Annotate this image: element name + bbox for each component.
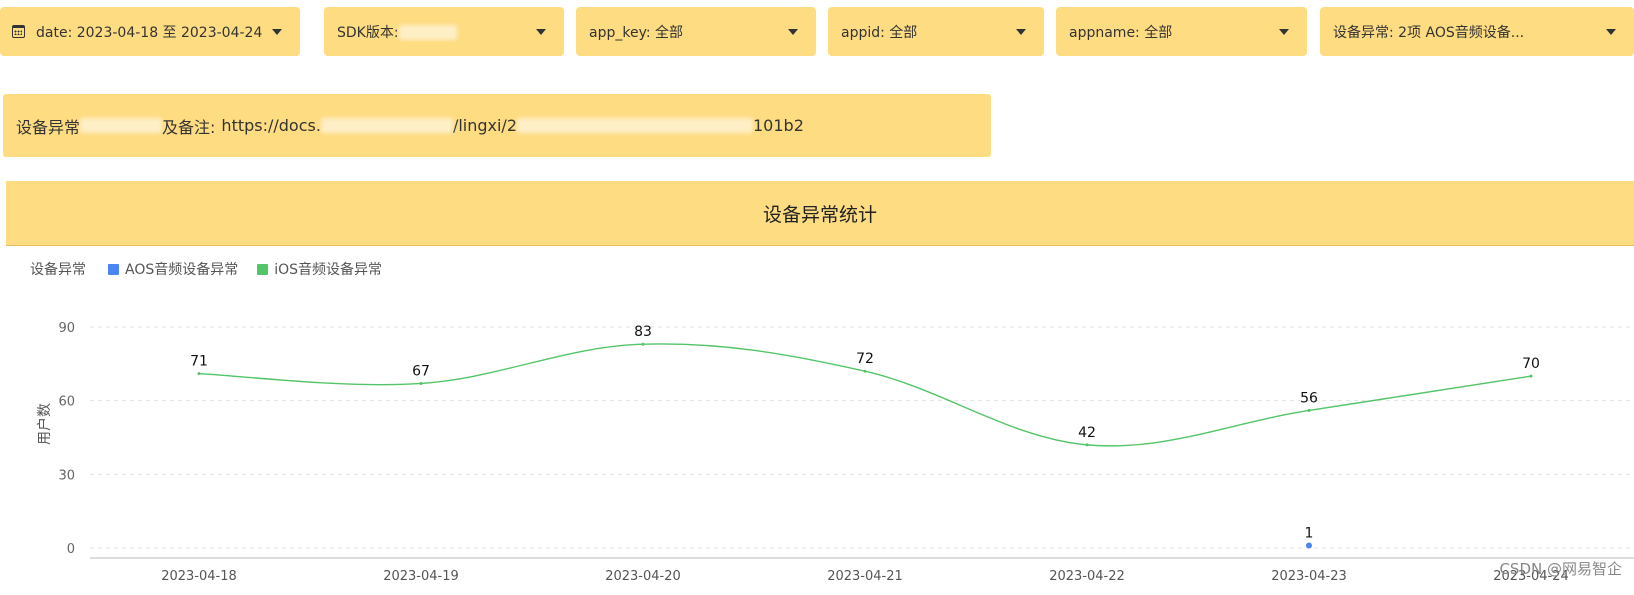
remark-url-start[interactable]: https://docs.: [221, 116, 321, 135]
legend-swatch-ios: [257, 263, 269, 275]
device-error-filter[interactable]: 设备异常: 2项 AOS音频设备...: [1320, 7, 1634, 56]
data-label: 56: [1300, 390, 1318, 406]
chevron-down-icon: [1016, 28, 1026, 35]
data-label: 1: [1305, 526, 1314, 542]
data-label: 70: [1522, 356, 1540, 372]
chevron-down-icon: [272, 28, 282, 35]
y-tick-label: 90: [58, 321, 75, 336]
chart-panel-header: 设备异常统计: [6, 181, 1634, 246]
remark-prefix: 设备异常: [16, 117, 81, 137]
x-tick-label: 2023-04-18: [161, 569, 237, 584]
redacted-value: [398, 25, 457, 40]
y-axis-label: 用户数: [36, 403, 53, 445]
data-point: [863, 369, 867, 373]
y-tick-label: 60: [58, 395, 75, 410]
appname-label: appname: 全部: [1069, 24, 1173, 41]
data-label: 42: [1078, 425, 1096, 441]
app-key-filter[interactable]: app_key: 全部: [576, 7, 816, 56]
chevron-down-icon: [1606, 28, 1616, 35]
legend-item-ios[interactable]: iOS音频设备异常: [257, 259, 382, 279]
chevron-down-icon: [1279, 28, 1289, 35]
line-chart: 0 30 60 90 2023-04-18 2023-04-19 2023-04-20 202…: [36, 321, 1634, 584]
sdk-version-filter[interactable]: SDK版本:: [324, 7, 564, 56]
legend-swatch-aos: [108, 263, 119, 275]
x-tick-label: 2023-04-21: [827, 569, 903, 584]
legend-label-aos: AOS音频设备异常: [125, 262, 239, 278]
legend-label-ios: iOS音频设备异常: [274, 262, 383, 278]
watermark: CSDN @网易智企: [1499, 560, 1622, 578]
data-point: [197, 372, 201, 376]
chart-legend: 设备异常 AOS音频设备异常 iOS音频设备异常: [30, 259, 401, 279]
data-label: 83: [634, 324, 652, 340]
chevron-down-icon: [788, 28, 798, 35]
redacted-url: [517, 118, 753, 133]
data-point: [419, 381, 423, 385]
x-tick-label: 2023-04-22: [1049, 569, 1125, 584]
redacted-url: [320, 118, 453, 133]
appid-filter[interactable]: appid: 全部: [828, 7, 1044, 56]
chart-title: 设备异常统计: [762, 203, 877, 226]
y-tick-label: 0: [67, 542, 75, 557]
date-range-filter[interactable]: date: 2023-04-18 至 2023-04-24: [0, 7, 300, 56]
data-point: [1307, 408, 1311, 412]
data-label: 67: [412, 363, 430, 379]
date-range-label: date: 2023-04-18 至 2023-04-24: [36, 24, 263, 41]
data-point: [1306, 542, 1312, 549]
appid-label: appid: 全部: [841, 24, 918, 41]
remark-banner: 设备异常 及备注: https://docs. /lingxi/2 101b2: [3, 94, 991, 157]
calendar-icon: [12, 25, 25, 38]
x-tick-label: 2023-04-23: [1271, 569, 1347, 584]
legend-item-aos[interactable]: AOS音频设备异常: [108, 259, 238, 279]
data-point: [1085, 443, 1089, 447]
redacted-text: [80, 118, 163, 133]
remark-url-end[interactable]: 101b2: [753, 116, 804, 135]
data-point: [1529, 374, 1533, 378]
y-tick-label: 30: [58, 468, 75, 483]
legend-title: 设备异常: [30, 262, 86, 278]
device-error-label: 设备异常: 2项 AOS音频设备...: [1333, 24, 1525, 41]
data-point: [641, 342, 645, 346]
remark-middle: 及备注:: [162, 117, 216, 137]
x-tick-label: 2023-04-19: [383, 569, 459, 584]
remark-url-mid[interactable]: /lingxi/2: [453, 116, 517, 135]
data-label: 72: [856, 351, 874, 367]
x-tick-label: 2023-04-20: [605, 569, 681, 584]
sdk-version-label: SDK版本:: [337, 24, 399, 41]
app-key-label: app_key: 全部: [589, 24, 684, 41]
data-label: 71: [190, 354, 208, 370]
chevron-down-icon: [536, 28, 546, 35]
appname-filter[interactable]: appname: 全部: [1056, 7, 1307, 56]
